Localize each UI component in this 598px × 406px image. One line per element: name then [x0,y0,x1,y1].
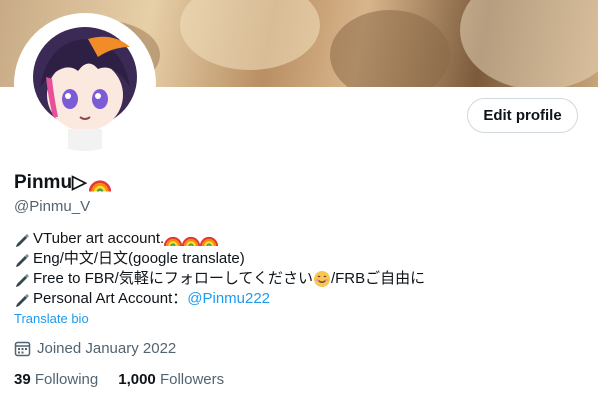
follow-stats: 39 Following 1,000 Followers [14,371,244,388]
display-name: Pinmu▷ [14,172,87,193]
avatar[interactable] [14,13,156,155]
bio-line: Free to FBR/気軽にフォローしてください /FRBご自由に [14,269,425,289]
bio-text: /FRBご自由に [330,270,426,287]
smile-emoji-icon [313,271,330,287]
bio-text: Eng/中文/日文(google translate) [33,250,245,267]
following-link[interactable]: 39 Following [14,371,98,388]
bio-text: VTuber art account. [33,230,165,247]
bio-text: Free to FBR/気軽にフォローしてください [33,270,313,287]
display-name-row: Pinmu▷ [14,171,111,194]
pen-icon [16,234,29,247]
rainbow-icon [164,236,183,247]
bio: VTuber art account. Eng/中文/日文(google tra… [14,229,425,309]
joined-date: Joined January 2022 [14,340,176,357]
followers-label: Followers [159,371,225,388]
rainbow-icon [200,236,219,247]
translate-bio-link[interactable]: Translate bio [14,311,89,326]
following-label: Following [34,371,99,388]
joined-text: Joined January 2022 [37,340,177,357]
rainbow-icon [182,236,201,247]
following-count: 39 [14,371,31,388]
pen-icon [16,254,29,267]
edit-profile-button[interactable]: Edit profile [467,98,578,133]
personal-account-link[interactable]: @Pinmu222 [187,289,270,309]
followers-count: 1,000 [118,371,156,388]
bio-line: Eng/中文/日文(google translate) [14,249,425,269]
followers-link[interactable]: 1,000 Followers [118,371,224,388]
rainbow-icon [88,179,111,192]
calendar-icon [14,341,31,357]
user-handle: @Pinmu_V [14,198,91,215]
pen-icon [16,274,29,287]
bio-text: Personal Art Account： [33,290,188,307]
bio-line: VTuber art account. [14,229,425,249]
pen-icon [16,294,29,307]
bio-line: Personal Art Account： @Pinmu222 [14,289,425,309]
